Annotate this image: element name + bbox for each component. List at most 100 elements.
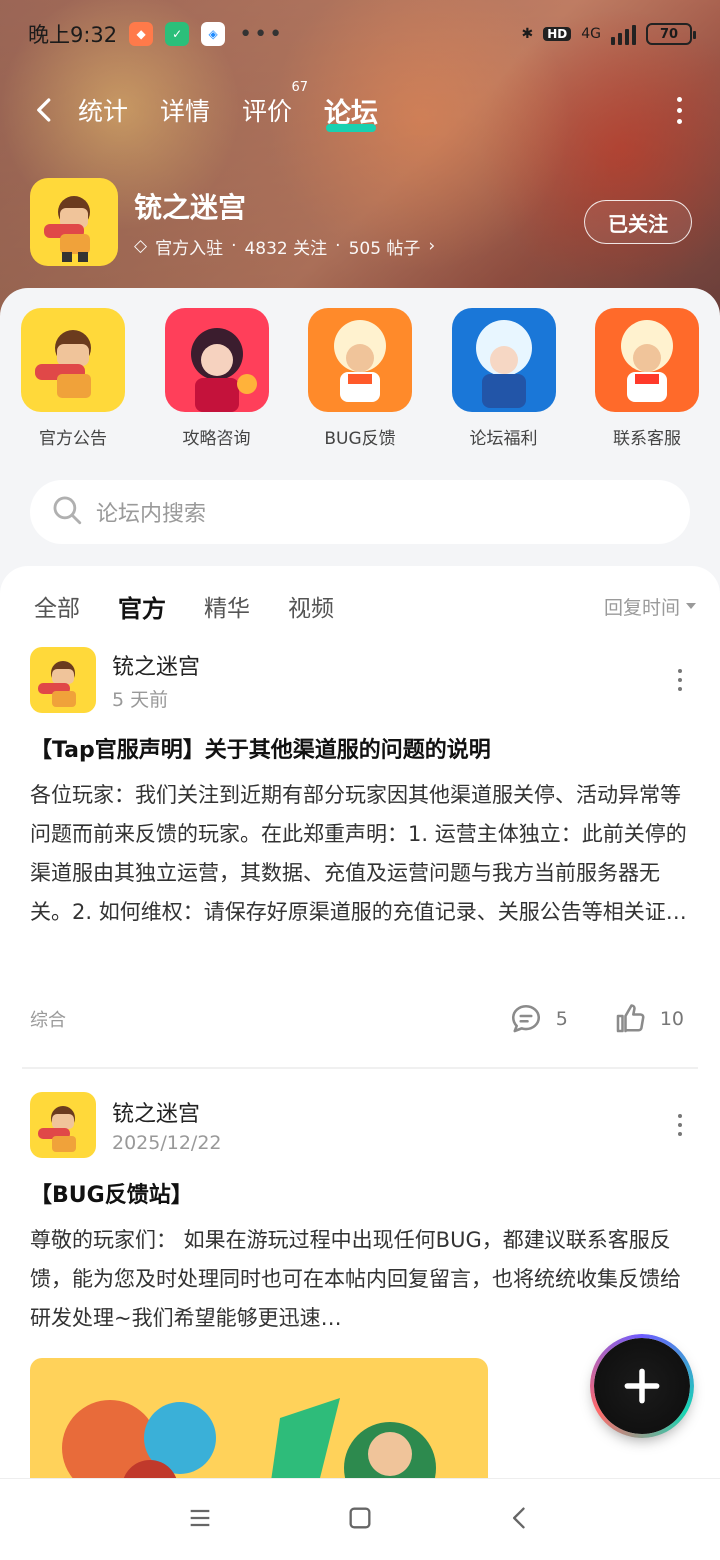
chevron-left-icon [37, 98, 51, 122]
feed-tab-featured[interactable]: 精华 [204, 589, 250, 623]
menu-button[interactable] [186, 1504, 214, 1536]
like-count: 10 [659, 1008, 684, 1030]
category-contact-support[interactable]: 联系客服 [594, 308, 700, 449]
notification-app-icon: ◆ [129, 22, 154, 46]
post-body: 各位玩家：我们关注到近期有部分玩家因其他渠道服关停、活动异常等问题而前来反馈的玩… [30, 783, 687, 924]
followers-count: 4832 关注 [244, 238, 328, 259]
category-welfare[interactable]: 论坛福利 [451, 308, 557, 449]
category-label: BUG反馈 [324, 429, 396, 449]
post-header: 铳之迷宫 2025/12/22 [30, 1091, 690, 1159]
tab-reviews[interactable]: 评价 67 [242, 80, 308, 128]
more-vertical-icon[interactable] [678, 669, 682, 691]
forum-panel: 官方公告 攻略咨询 BUG反馈 论坛福利 联系客服 论坛内搜索 全部 官方 精华… [0, 288, 720, 1478]
follow-button[interactable]: 已关注 [584, 200, 692, 244]
store-app-icon: ◈ [201, 22, 226, 46]
category-icon [164, 308, 269, 412]
separator-dot: · [335, 236, 341, 256]
status-bar: 晚上9:32 ◆ ✓ ◈ ••• ✱ HD 4G 70 [0, 14, 720, 54]
tab-details[interactable]: 详情 [160, 92, 210, 128]
bluetooth-icon: ✱ [521, 26, 534, 42]
post-time: 5 天前 [112, 688, 169, 711]
chevron-left-icon [513, 1507, 525, 1528]
post-author: 铳之迷宫 5 天前 [112, 649, 200, 712]
category-label: 攻略咨询 [182, 429, 251, 449]
system-nav-bar [0, 1478, 720, 1560]
category-icon [595, 308, 699, 412]
category-bug-report[interactable]: BUG反馈 [307, 308, 413, 449]
post-tag[interactable]: 综合 [30, 1006, 66, 1032]
post-header: 铳之迷宫 5 天前 [30, 646, 690, 714]
tab-forum[interactable]: 论坛 [324, 91, 378, 132]
post-body: 尊敬的玩家们： 如果在游玩过程中出现任何BUG，都建议联系客服反馈，能为您及时处… [30, 1228, 681, 1330]
battery-level: 70 [659, 26, 679, 42]
tab-reviews-label: 评价 [242, 97, 293, 126]
game-icon[interactable] [30, 178, 118, 266]
back-button[interactable] [30, 95, 60, 125]
hd-badge: HD [543, 27, 572, 41]
author-name: 铳之迷宫 [112, 654, 201, 680]
diamond-icon: ◇ [134, 236, 148, 256]
comment-button[interactable]: 5 [508, 1001, 568, 1037]
menu-icon [190, 1509, 210, 1526]
battery-icon: 70 [646, 23, 696, 45]
game-title: 铳之迷宫 [134, 190, 247, 224]
network-label: 4G [581, 26, 601, 42]
top-nav: 统计 详情 评价 67 论坛 [0, 80, 720, 138]
category-label: 联系客服 [613, 429, 681, 449]
category-official-announcement[interactable]: 官方公告 [20, 308, 126, 449]
game-character-icon [30, 178, 118, 266]
game-info: 铳之迷宫 ◇ 官方入驻 · 4832 关注 · 505 帖子 › 已关注 [30, 178, 692, 266]
comment-icon [511, 1004, 540, 1033]
separator-dot: · [231, 236, 237, 256]
search-input[interactable]: 论坛内搜索 [30, 480, 690, 544]
back-nav-button[interactable] [506, 1504, 534, 1536]
security-app-icon: ✓ [165, 22, 190, 46]
category-icon [451, 308, 556, 412]
avatar[interactable] [30, 1092, 96, 1158]
status-right: ✱ HD 4G 70 [521, 23, 696, 45]
caret-down-icon [686, 603, 696, 609]
status-app-icons: ◆ ✓ ◈ [129, 22, 226, 46]
category-label: 官方公告 [39, 429, 107, 449]
comment-count: 5 [555, 1008, 568, 1030]
more-vertical-icon[interactable] [677, 96, 682, 124]
post-title: 【Tap官服声明】关于其他渠道服的问题的说明 [30, 738, 491, 763]
chevron-right-icon: › [428, 236, 436, 256]
new-post-button[interactable] [594, 1338, 690, 1434]
like-button[interactable]: 10 [612, 1001, 684, 1037]
post-card[interactable]: 铳之迷宫 5 天前 【Tap官服声明】关于其他渠道服的问题的说明 各位玩家：我们… [0, 646, 720, 1049]
sort-dropdown[interactable]: 回复时间 [604, 593, 696, 620]
feed-tab-all[interactable]: 全部 [34, 589, 80, 623]
post-title: 【BUG反馈站】 [30, 1183, 193, 1208]
post-image[interactable] [30, 1358, 488, 1478]
game-stats: ◇ 官方入驻 · 4832 关注 · 505 帖子 › [134, 234, 435, 259]
post-footer: 综合 5 10 [30, 989, 690, 1049]
sort-label: 回复时间 [603, 596, 680, 619]
status-more-icon: ••• [239, 21, 285, 47]
feed-tab-official[interactable]: 官方 [118, 589, 166, 628]
post-feed: 全部 官方 精华 视频 回复时间 铳之迷宫 5 天前 【Tap官服声明】关于其他… [0, 566, 720, 1478]
category-strategy[interactable]: 攻略咨询 [164, 308, 270, 449]
home-button[interactable] [346, 1504, 374, 1536]
more-vertical-icon[interactable] [678, 1114, 682, 1136]
feed-tab-video[interactable]: 视频 [288, 589, 334, 623]
game-meta: 铳之迷宫 ◇ 官方入驻 · 4832 关注 · 505 帖子 › [134, 186, 435, 259]
home-square-icon [349, 1507, 371, 1528]
nav-tabs: 统计 详情 评价 67 论坛 [78, 80, 378, 132]
feed-tabs: 全部 官方 精华 视频 回复时间 [0, 566, 720, 646]
posts-count[interactable]: 505 帖子 [349, 234, 421, 259]
category-label: 论坛福利 [469, 429, 538, 449]
search-icon [50, 493, 84, 531]
signal-icon [611, 23, 636, 45]
post-author: 铳之迷宫 2025/12/22 [112, 1096, 222, 1154]
thumbs-up-icon [616, 1004, 645, 1033]
avatar[interactable] [30, 647, 96, 713]
post-time: 2025/12/22 [112, 1132, 222, 1154]
official-label: 官方入驻 [155, 238, 224, 259]
reviews-count-badge: 67 [291, 80, 309, 95]
post-metrics: 5 10 [508, 1001, 684, 1037]
category-icon [308, 308, 412, 412]
author-name: 铳之迷宫 [112, 1102, 201, 1127]
divider [22, 1067, 698, 1069]
tab-stats[interactable]: 统计 [78, 92, 128, 128]
